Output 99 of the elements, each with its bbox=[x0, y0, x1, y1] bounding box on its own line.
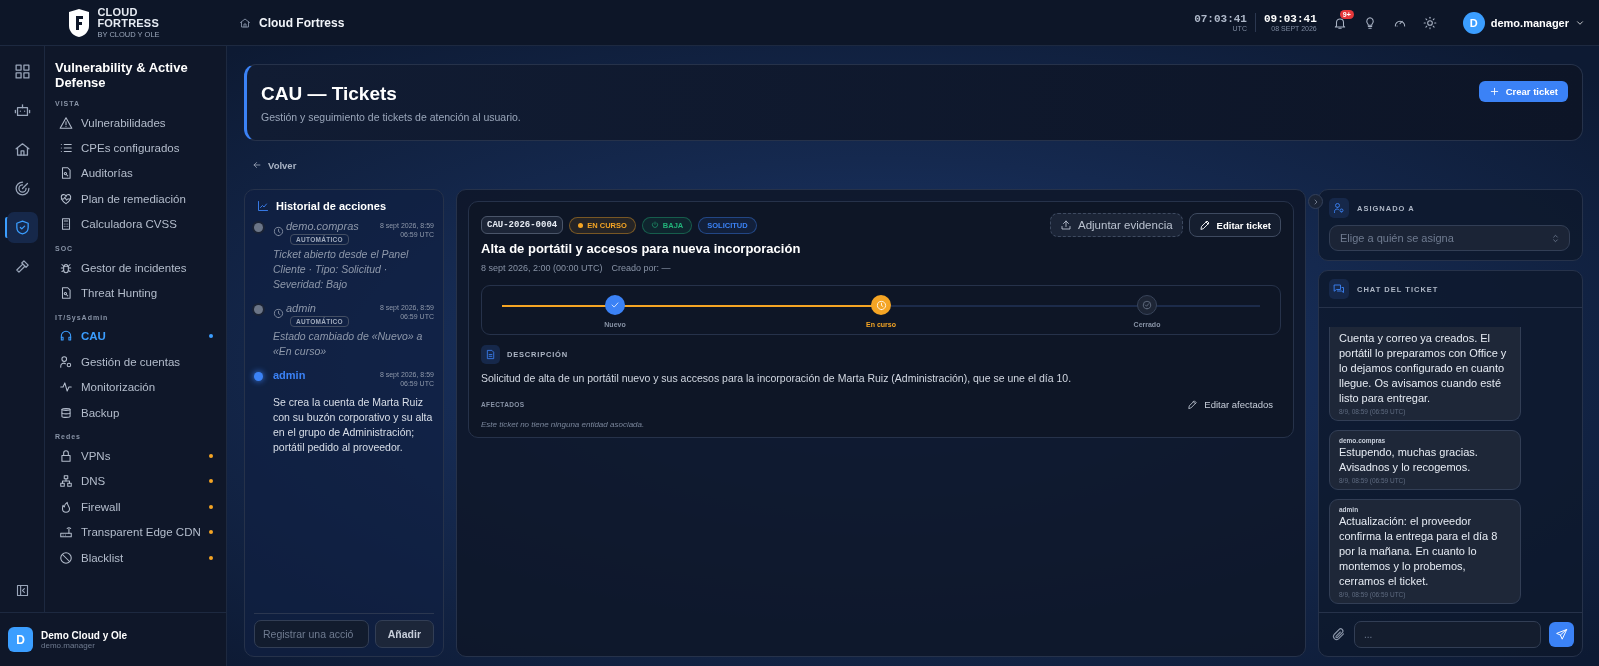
logo-icon bbox=[67, 7, 92, 38]
sidebar-item[interactable]: Monitorización bbox=[55, 374, 217, 400]
sidebar-item[interactable]: Vulnerabilidades bbox=[55, 110, 217, 136]
clock-icon bbox=[273, 226, 284, 237]
send-button[interactable] bbox=[1549, 622, 1574, 647]
sidebar-item[interactable]: DNS bbox=[55, 468, 217, 495]
account-name: Demo Cloud y Ole bbox=[41, 629, 128, 641]
grid-icon bbox=[13, 63, 31, 80]
sidebar-item[interactable]: Blacklist bbox=[55, 544, 217, 571]
shield-icon bbox=[13, 219, 31, 236]
panel-title: Historial de acciones bbox=[276, 200, 387, 212]
chevron-updown-icon bbox=[1550, 232, 1561, 244]
entry-text: Ticket abierto desde el Panel Cliente · Tipo: Solicitud · Severidad: Bajo bbox=[273, 247, 410, 292]
sidebar-item[interactable]: Plan de remediación bbox=[55, 186, 217, 212]
logo-text: FORTRESS bbox=[97, 17, 160, 29]
page-title: CAU — Tickets bbox=[261, 82, 398, 105]
sidebar-item[interactable]: CAU bbox=[55, 323, 217, 350]
sidebar-item[interactable]: Firewall bbox=[55, 494, 217, 520]
description-text: Solicitud de alta de un portátil nuevo y sus accesos para la incorporación de Marta Ruiz (Administración), que se une el día 10. bbox=[481, 372, 1073, 384]
create-ticket-button[interactable]: Crear ticket bbox=[1478, 81, 1568, 102]
sidebar-item[interactable]: Threat Hunting bbox=[55, 280, 217, 306]
timeline-dot bbox=[254, 223, 263, 232]
message-input[interactable]: ... bbox=[1354, 621, 1541, 648]
assignee-select[interactable]: Elige a quién se asigna bbox=[1329, 225, 1570, 251]
sidebar-item[interactable]: CPEs configurados bbox=[55, 135, 217, 161]
ticket-title: Alta de portátil y accesos para nueva incorporación bbox=[481, 241, 802, 256]
account-avatar: D bbox=[8, 627, 33, 652]
paperclip-icon bbox=[1331, 627, 1346, 642]
sidebar-item[interactable]: VPNs bbox=[55, 443, 217, 469]
router-icon bbox=[59, 525, 73, 540]
entry-text: Se crea la cuenta de Marta Ruiz con su buzón corporativo y su alta en el grupo de Administración; portátil pedido al proveedor. bbox=[273, 394, 434, 455]
pulse-icon bbox=[59, 380, 73, 395]
account-username: demo.manager bbox=[41, 640, 96, 650]
sidebar-item[interactable]: Gestor de incidentes bbox=[55, 254, 217, 281]
sidebar-item[interactable]: Gestión de cuentas bbox=[55, 349, 217, 375]
lock-icon bbox=[59, 449, 73, 463]
home-icon bbox=[239, 16, 251, 29]
page-subtitle: Gestión y seguimiento de tickets de atención al usuario. bbox=[261, 110, 522, 123]
chart-icon bbox=[257, 200, 269, 212]
file-icon bbox=[485, 349, 496, 360]
ticket-date: 8 sept 2026, 2:00 (00:00 UTC) bbox=[481, 263, 603, 273]
check-circle-icon bbox=[1142, 300, 1152, 310]
action-input[interactable]: Registrar una acció bbox=[254, 620, 369, 648]
arrow-left-icon bbox=[252, 160, 262, 170]
edit-button[interactable]: Editar ticket bbox=[1188, 213, 1281, 237]
entry-text: Estado cambiado de «Nuevo» a «En curso» bbox=[273, 329, 424, 359]
entry-author: demo.compras bbox=[286, 220, 359, 232]
hammer-icon bbox=[13, 258, 31, 275]
clock-time: 07:03:41 bbox=[1194, 12, 1247, 25]
attach-button[interactable]: Adjuntar evidencia bbox=[1050, 213, 1183, 237]
user-menu[interactable]: D demo.manager bbox=[1462, 11, 1585, 34]
check-icon bbox=[610, 300, 620, 310]
empty-message: Este ticket no tiene ninguna entidad asociada. bbox=[481, 420, 646, 429]
ticket-creator: Creado por: — bbox=[611, 263, 671, 273]
timeline-dot bbox=[254, 372, 263, 381]
entry-author: admin bbox=[286, 302, 317, 314]
document-icon bbox=[59, 166, 73, 181]
flame-icon bbox=[59, 499, 73, 514]
breadcrumb[interactable]: Cloud Fortress bbox=[259, 15, 345, 30]
timeline-dot bbox=[254, 305, 263, 314]
sidebar-title: Vulnerability & Active Defense bbox=[55, 60, 189, 90]
clock-time: 09:03:41 bbox=[1263, 12, 1317, 25]
rail-button[interactable] bbox=[6, 212, 38, 243]
clock-icon bbox=[273, 308, 284, 319]
radar-icon bbox=[13, 180, 31, 197]
bell-icon bbox=[1332, 15, 1347, 30]
home-icon bbox=[13, 141, 31, 158]
entry-author: admin bbox=[273, 369, 306, 381]
user-avatar: D bbox=[1462, 11, 1485, 34]
logo-text: CLOUD bbox=[97, 6, 139, 18]
sidebar-item[interactable]: Transparent Edge CDN bbox=[55, 519, 217, 545]
sidebar-item[interactable]: Auditorías bbox=[55, 160, 217, 187]
sun-icon bbox=[1422, 15, 1437, 30]
calculator-icon bbox=[59, 217, 73, 232]
plus-icon bbox=[1488, 86, 1500, 97]
heart-pulse-icon bbox=[59, 191, 73, 206]
database-icon bbox=[59, 405, 73, 420]
sidebar-item[interactable]: Backup bbox=[55, 399, 217, 426]
robot-icon bbox=[13, 102, 31, 119]
user-icon bbox=[59, 354, 73, 369]
add-button[interactable]: Añadir bbox=[374, 620, 434, 648]
upload-icon bbox=[1060, 219, 1072, 231]
attach-button[interactable] bbox=[1331, 627, 1346, 642]
back-link[interactable]: Volver bbox=[244, 159, 305, 171]
message-text: Actualización: el proveedor confirma la entrega para el día 8 por la mañana. En cuanto lo montemos y lo probemos, cerramos el ticket. bbox=[1339, 514, 1499, 589]
pencil-icon bbox=[1187, 399, 1199, 410]
pencil-icon bbox=[1198, 219, 1211, 231]
network-icon bbox=[59, 474, 73, 489]
headset-icon bbox=[59, 329, 73, 344]
message-text: Cuenta y correo ya creados. El portátil lo preparamos con Office y lo dejamos configurado en cuanto llegue. Os avisamos cuando esté listo para entregar. bbox=[1339, 331, 1508, 406]
warning-icon bbox=[59, 115, 73, 130]
sidebar-item[interactable]: Calculadora CVSS bbox=[55, 211, 217, 237]
ticket-id: CAU-2026-0004 bbox=[481, 216, 564, 234]
ban-icon bbox=[59, 550, 73, 565]
document-icon bbox=[59, 286, 73, 301]
edit-affected-link[interactable]: Editar afectados bbox=[1179, 399, 1281, 410]
send-icon bbox=[1555, 628, 1568, 641]
message-text: Estupendo, muchas gracias. Avisadnos y lo recogemos. bbox=[1339, 445, 1479, 475]
sidebar-panel-icon bbox=[14, 583, 30, 598]
